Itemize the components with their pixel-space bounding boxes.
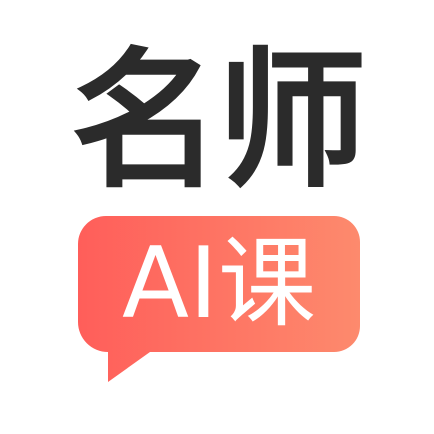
app-icon: 名师 AI课 [0, 0, 434, 434]
badge-label: AI课 [122, 227, 316, 341]
speech-bubble-badge: AI课 [0, 0, 434, 434]
